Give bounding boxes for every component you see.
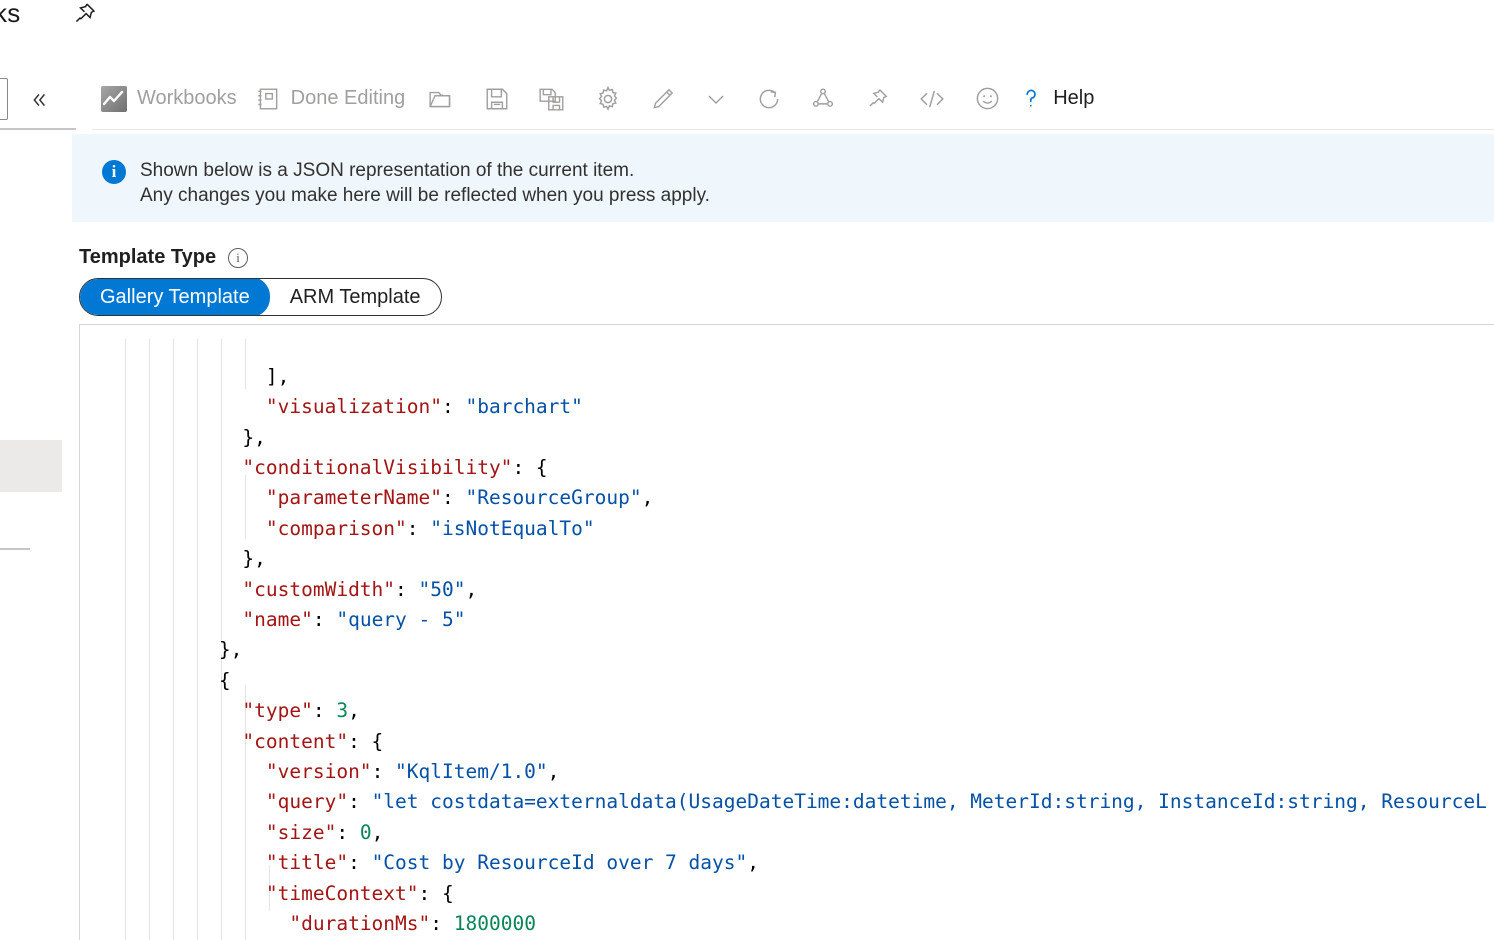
code-line: "version": "KqlItem/1.0", [265,759,560,783]
left-rail-underline [0,128,76,130]
code-line: "timeContext": { [265,881,454,905]
code-line: "visualization": "barchart" [265,395,583,419]
toolbar-item-refresh[interactable] [742,77,796,121]
toolbar-item-share[interactable] [796,77,850,121]
pivot-option-gallery-template[interactable]: Gallery Template [80,279,270,315]
code-line: "parameterName": "ResourceGroup", [265,486,654,510]
code-line: "title": "Cost by ResourceId over 7 days… [265,851,759,875]
toolbar-item-settings[interactable] [580,77,636,121]
info-banner-line-2: Any changes you make here will be reflec… [140,185,710,206]
workbooks-chart-icon [101,85,127,112]
code-line: "durationMs": 1800000 [289,911,536,935]
pencil-icon [650,86,676,112]
left-rail-box [0,78,8,120]
info-banner-text: Shown below is a JSON representation of … [140,158,710,208]
collapse-panel-button[interactable] [22,84,54,116]
toolbar-item-done-editing[interactable]: Done Editing [246,77,415,121]
pin-icon[interactable] [70,0,98,28]
code-line: "content": { [242,729,384,753]
smiley-icon [974,85,1001,112]
info-circle-icon[interactable]: i [228,247,249,268]
breadcrumb[interactable]: ks [0,0,20,29]
info-banner-line-1: Shown below is a JSON representation of … [140,160,635,181]
gear-icon [594,85,622,113]
code-line: "comparison": "isNotEqualTo" [265,516,595,540]
open-folder-icon [428,86,456,112]
code-line: }, [242,425,266,449]
question-mark-icon [1019,86,1043,112]
code-line: "query": "let costdata=externaldata(Usag… [265,790,1487,814]
workbook-advanced-editor-page: ks Workbooks Done Editing Help i Shown b… [0,0,1494,940]
pivot-option-arm-template[interactable]: ARM Template [270,279,441,315]
code-line: "type": 3, [242,699,360,723]
code-line: "customWidth": "50", [242,577,478,601]
toolbar-item-save-as[interactable] [524,77,580,121]
info-icon: i [102,160,126,184]
code-line: "name": "query - 5" [242,608,466,632]
toolbar-item-save[interactable] [470,77,524,121]
toolbar-label-help: Help [1053,87,1095,109]
share-icon [810,86,836,112]
template-type-pivot: Gallery Template ARM Template [79,278,442,316]
json-code-content[interactable]: ], "visualization": "barchart" }, "condi… [80,332,1487,940]
toolbar-item-feedback[interactable] [960,77,1015,121]
toolbar-item-help[interactable]: Help [1015,77,1103,121]
info-banner: i Shown below is a JSON representation o… [72,134,1494,222]
save-as-icon [538,86,566,112]
refresh-icon [756,86,782,112]
toolbar-label-done-editing: Done Editing [290,87,406,109]
toolbar-item-code[interactable] [904,77,960,121]
left-rail-selected-block [0,440,62,492]
left-rail-divider [0,548,30,550]
code-line: }, [242,547,266,571]
toolbar-item-edit[interactable] [636,77,690,121]
chevron-down-icon [704,87,728,111]
code-brackets-icon [918,86,946,112]
editor-top-clip [80,325,1494,339]
code-line: { [218,668,231,692]
save-icon [484,86,510,112]
template-type-label-row: Template Type i [79,246,249,269]
toolbar-item-open[interactable] [414,77,470,121]
done-editing-icon [255,86,281,112]
code-line: }, [218,638,243,662]
breadcrumb-strip: ks [0,0,1494,56]
pin-icon [864,86,890,112]
toolbar-item-workbooks[interactable]: Workbooks [92,77,246,121]
toolbar-label-workbooks: Workbooks [137,87,237,109]
code-line: ], [265,364,290,388]
command-toolbar: Workbooks Done Editing Help [92,68,1494,130]
template-type-label: Template Type [79,246,217,268]
code-line: "conditionalVisibility": { [242,456,548,480]
toolbar-item-more[interactable] [690,77,742,121]
code-line: "size": 0, [265,820,384,844]
toolbar-item-pin[interactable] [850,77,904,121]
json-code-editor[interactable]: ], "visualization": "barchart" }, "condi… [79,324,1494,940]
